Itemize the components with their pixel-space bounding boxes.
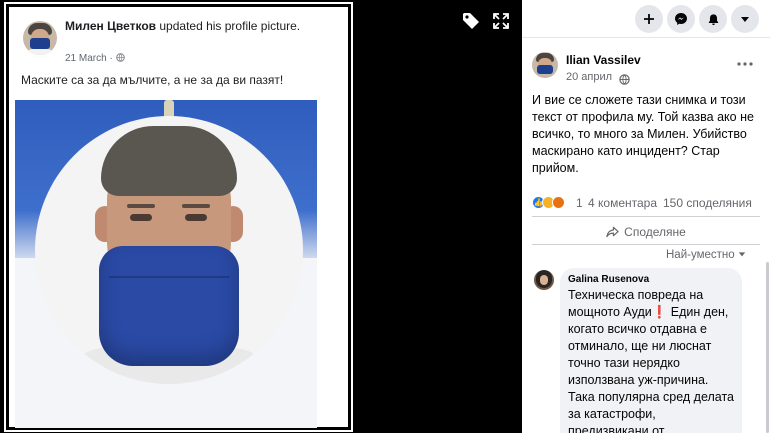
divider	[532, 216, 760, 217]
sort-label: Най-уместно	[666, 249, 735, 261]
comment-text: Техническа повреда на мощното Ауди❗ Един…	[568, 287, 734, 433]
shared-post-caption: Маските са за да мълчите, а не за да ви …	[21, 73, 284, 87]
reaction-count[interactable]: 1	[576, 196, 583, 210]
shared-post-globe-icon: ·	[109, 53, 125, 64]
shared-post-date: 21 March	[65, 53, 107, 64]
share-icon	[606, 226, 619, 238]
globe-icon	[619, 72, 630, 85]
shared-post-screenshot: Милен Цветков updated his profile pictur…	[4, 2, 353, 432]
plus-icon	[644, 14, 654, 24]
bell-icon	[708, 13, 718, 25]
messenger-button[interactable]	[667, 5, 695, 33]
post-date[interactable]: 20 април	[566, 71, 612, 83]
top-bar	[522, 0, 770, 38]
face-mask	[99, 246, 239, 366]
expand-icon[interactable]	[491, 11, 511, 31]
account-button[interactable]	[731, 5, 759, 33]
photo-viewer: Милен Цветков updated his profile pictur…	[0, 0, 522, 433]
caret-down-icon	[738, 252, 746, 257]
shared-post-meta: 21 March ·	[65, 53, 125, 64]
post-author-avatar[interactable]	[532, 52, 558, 78]
profile-picture	[15, 100, 317, 428]
more-options-icon[interactable]	[736, 56, 754, 66]
tag-icon[interactable]	[461, 11, 481, 31]
comment-author-avatar[interactable]	[534, 270, 554, 290]
share-button[interactable]: Споделяне	[532, 222, 760, 242]
comment-text-part2: Един ден, когато всичко отдавна е отмина…	[568, 305, 734, 433]
shared-post-header: Милен Цветков updated his profile pictur…	[23, 15, 342, 75]
angry-reaction-icon	[552, 195, 565, 209]
exclamation-icon: ❗	[651, 305, 668, 319]
scrollbar[interactable]	[766, 262, 769, 433]
shares-count[interactable]: 150 споделяния	[663, 196, 752, 210]
screen: Милен Цветков updated his profile pictur…	[0, 0, 770, 433]
share-label: Споделяне	[624, 225, 686, 239]
shared-post-author: Милен Цветков	[65, 19, 157, 33]
shared-post-avatar	[23, 21, 57, 55]
messenger-icon	[675, 13, 687, 25]
post-author-name[interactable]: Ilian Vassilev	[566, 53, 641, 67]
comments-count[interactable]: 4 коментара	[588, 196, 657, 210]
post-text: И вие се сложете тази снимка и този текс…	[532, 93, 754, 175]
portrait-circle	[35, 116, 303, 384]
caret-down-icon	[741, 17, 749, 22]
notifications-button[interactable]	[699, 5, 727, 33]
comment-bubble: Galina Rusenova Техническа повреда на мо…	[560, 268, 742, 433]
comment-sort-dropdown[interactable]: Най-уместно	[666, 249, 746, 261]
create-button[interactable]	[635, 5, 663, 33]
shared-post-action: updated his profile picture.	[159, 19, 301, 33]
reaction-icons[interactable]: 👍	[532, 194, 565, 210]
comment-author-name[interactable]: Galina Rusenova	[568, 274, 734, 285]
post-panel: Ilian Vassilev 20 април И вие се сложете…	[522, 0, 770, 433]
shared-post-author-line: Милен Цветков updated his profile pictur…	[65, 19, 345, 34]
divider	[532, 244, 760, 245]
